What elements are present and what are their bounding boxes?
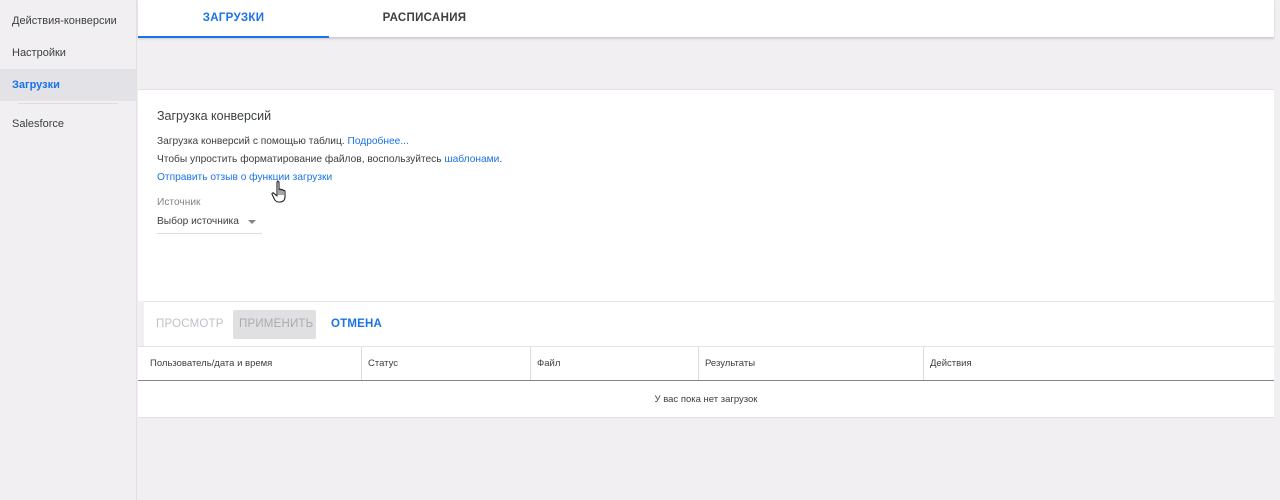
sidebar: Действия-конверсии Настройки Загрузки Sa…	[0, 0, 137, 500]
column-header-status[interactable]: Статус	[362, 347, 531, 380]
sidebar-item-conversion-actions[interactable]: Действия-конверсии	[0, 5, 136, 37]
intro-line: Загрузка конверсий с помощью таблиц. Под…	[157, 136, 409, 147]
table-header: Пользователь/дата и время Статус Файл Ре…	[138, 347, 1274, 381]
source-label: Источник	[157, 197, 201, 208]
tab-bar: ЗАГРУЗКИ РАСПИСАНИЯ	[138, 0, 1274, 38]
hand-pointer-icon	[271, 181, 286, 203]
column-header-actions[interactable]: Действия	[924, 347, 1274, 380]
upload-card: Загрузка конверсий Загрузка конверсий с …	[138, 89, 1274, 301]
card-title: Загрузка конверсий	[157, 109, 272, 123]
templates-link[interactable]: шаблонами	[444, 154, 499, 165]
chevron-down-icon	[248, 220, 256, 224]
preview-button[interactable]: ПРОСМОТР	[150, 310, 230, 339]
intro-text: Загрузка конверсий с помощью таблиц.	[157, 136, 345, 147]
learn-more-link[interactable]: Подробнее...	[348, 136, 409, 147]
sidebar-item-uploads[interactable]: Загрузки	[0, 69, 136, 101]
column-header-file[interactable]: Файл	[531, 347, 699, 380]
column-header-user-date[interactable]: Пользователь/дата и время	[144, 347, 362, 380]
templates-period: .	[499, 154, 503, 165]
uploads-table: Пользователь/дата и время Статус Файл Ре…	[138, 346, 1274, 418]
action-bar: ПРОСМОТР ПРИМЕНИТЬ ОТМЕНА	[144, 301, 1274, 346]
feedback-link[interactable]: Отправить отзыв о функции загрузки	[157, 172, 332, 183]
cancel-button[interactable]: ОТМЕНА	[325, 310, 388, 339]
tab-uploads[interactable]: ЗАГРУЗКИ	[138, 0, 329, 38]
empty-table-message: У вас пока нет загрузок	[654, 394, 758, 405]
source-select[interactable]: Выбор источника	[157, 212, 262, 234]
sidebar-divider	[18, 103, 118, 104]
apply-button[interactable]: ПРИМЕНИТЬ	[233, 310, 316, 339]
templates-line: Чтобы упростить форматирование файлов, в…	[157, 154, 502, 165]
sidebar-item-salesforce[interactable]: Salesforce	[0, 108, 136, 140]
feedback-line: Отправить отзыв о функции загрузки	[157, 172, 332, 183]
sidebar-item-settings[interactable]: Настройки	[0, 37, 136, 69]
tab-schedules[interactable]: РАСПИСАНИЯ	[329, 0, 520, 38]
column-header-results[interactable]: Результаты	[699, 347, 924, 380]
templates-text: Чтобы упростить форматирование файлов, в…	[157, 154, 442, 165]
source-select-value: Выбор источника	[157, 216, 239, 227]
